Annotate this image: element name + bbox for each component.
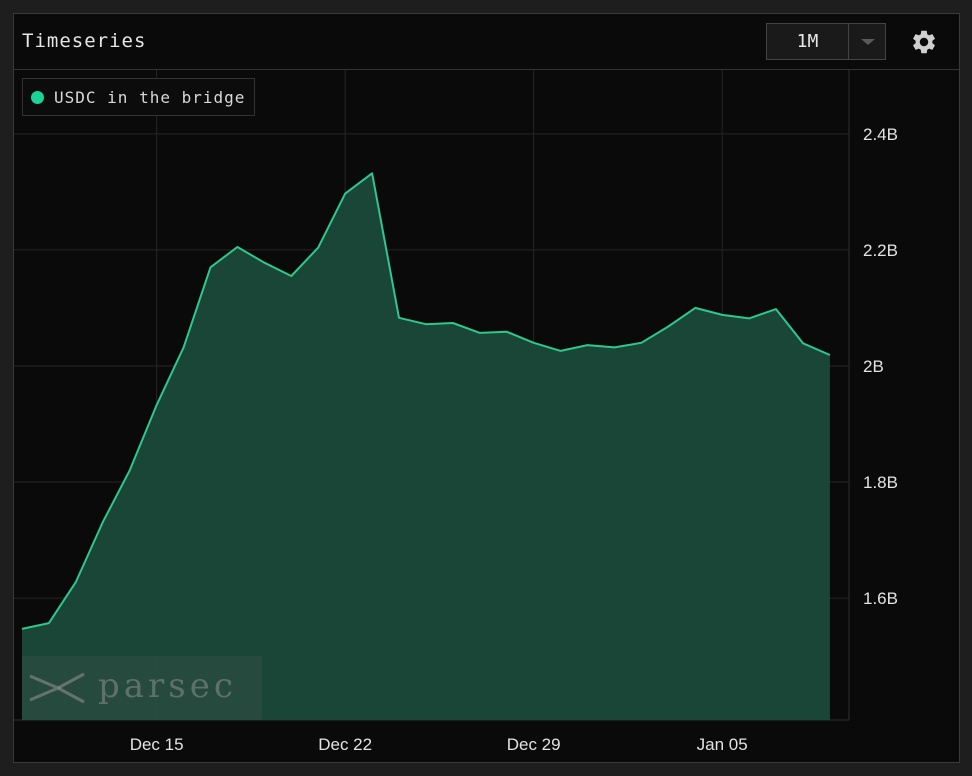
series-area-usdc — [22, 173, 830, 721]
data-point — [478, 331, 482, 335]
data-point — [370, 171, 374, 175]
data-point — [262, 261, 266, 265]
data-point — [774, 307, 778, 311]
y-tick-label: 2.4B — [863, 125, 898, 144]
y-tick-label: 1.6B — [863, 589, 898, 608]
data-point — [720, 313, 724, 317]
data-point — [235, 245, 239, 249]
x-tick-label: Jan 05 — [697, 735, 748, 754]
data-point — [316, 246, 320, 250]
data-point — [693, 306, 697, 310]
data-point — [828, 353, 832, 357]
parsec-logo-icon — [29, 672, 85, 704]
data-point — [424, 322, 428, 326]
data-point — [182, 345, 186, 349]
data-point — [532, 341, 536, 345]
y-tick-label: 2B — [863, 357, 884, 376]
watermark-text: parsec — [98, 666, 237, 706]
data-point — [639, 341, 643, 345]
data-point — [801, 341, 805, 345]
legend-item-usdc[interactable]: USDC in the bridge — [22, 78, 256, 116]
data-point — [343, 192, 347, 196]
data-point — [155, 403, 159, 407]
data-point — [47, 621, 51, 625]
data-point — [666, 325, 670, 329]
legend-label: USDC in the bridge — [54, 87, 246, 107]
data-point — [289, 274, 293, 278]
data-point — [505, 330, 509, 334]
y-tick-label: 1.8B — [863, 473, 898, 492]
timeseries-panel: Timeseries 1M 1.6B 1.8B 2B 2.2B 2.4B Dec 15 De… — [13, 13, 960, 763]
data-point — [74, 580, 78, 584]
timeseries-chart[interactable]: 1.6B 1.8B 2B 2.2B 2.4B Dec 15 Dec 22 Dec 29 Jan … — [14, 14, 959, 762]
data-point — [451, 321, 455, 325]
x-tick-label: Dec 29 — [507, 735, 561, 754]
y-tick-label: 2.2B — [863, 241, 898, 260]
data-point — [209, 265, 213, 269]
legend-dot-icon — [31, 90, 44, 104]
data-point — [128, 468, 132, 472]
data-point — [612, 345, 616, 349]
data-point — [397, 316, 401, 320]
x-tick-label: Dec 22 — [318, 735, 372, 754]
data-point — [747, 316, 751, 320]
x-tick-label: Dec 15 — [130, 735, 184, 754]
data-point — [586, 343, 590, 347]
parsec-watermark: parsec — [22, 656, 262, 720]
data-point — [101, 520, 105, 524]
data-point — [559, 349, 563, 353]
data-point — [20, 627, 24, 631]
